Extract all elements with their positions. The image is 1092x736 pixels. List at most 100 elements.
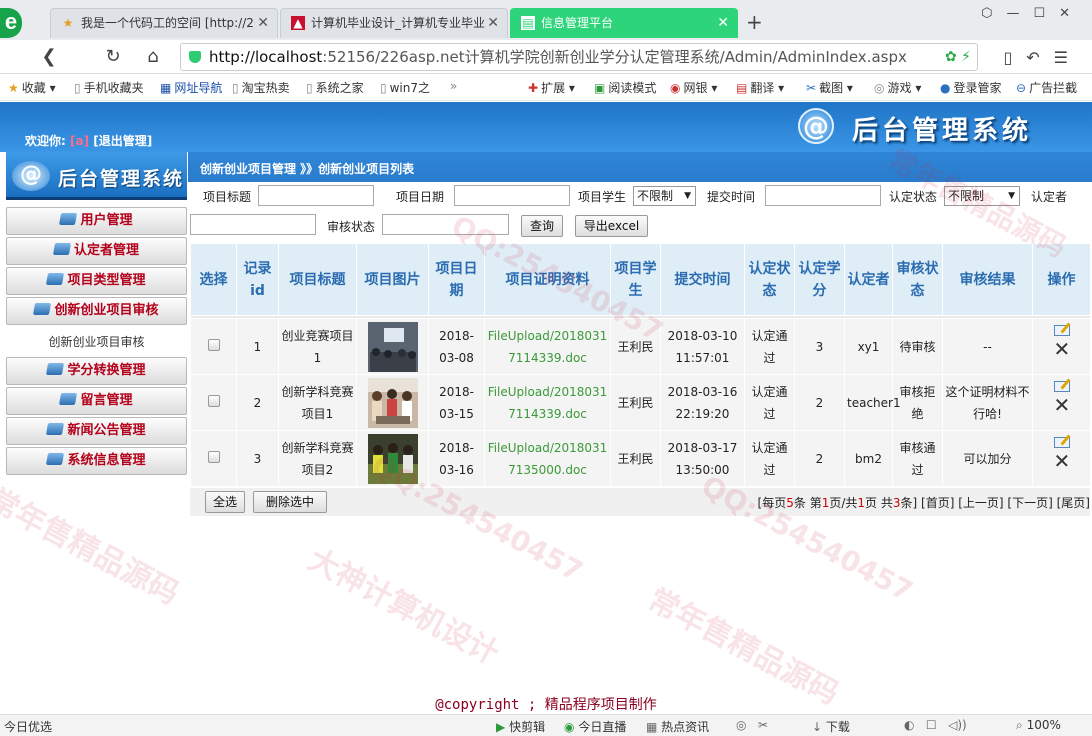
reload-icon[interactable]: ↻ bbox=[100, 44, 126, 70]
translate-icon: ▤ bbox=[736, 81, 748, 95]
proof-file-link[interactable]: FileUpload/20180317135000.doc bbox=[484, 430, 611, 487]
sidebar-item-certifiers[interactable]: 认定者管理 bbox=[6, 237, 187, 265]
status-misc-icons[interactable]: ◐ ☐ ◁)) bbox=[904, 718, 967, 732]
total-items: 3 bbox=[892, 496, 901, 510]
breadcrumb-bar: 创新创业项目管理 》》创新创业项目列表 bbox=[188, 152, 1092, 182]
reader-mode-button[interactable]: ▣ 阅读模式 bbox=[594, 79, 656, 96]
proof-file-link[interactable]: FileUpload/20180317114339.doc bbox=[484, 374, 611, 431]
review-result: 可以加分 bbox=[942, 430, 1033, 487]
sidebar-item-system-info[interactable]: 系统信息管理 bbox=[6, 447, 187, 475]
submit-time: 2018-03-16 22:19:20 bbox=[660, 374, 745, 431]
total-pages: 1 bbox=[857, 496, 866, 510]
query-button[interactable]: 查询 bbox=[521, 215, 563, 237]
row-checkbox[interactable] bbox=[207, 338, 220, 351]
delete-icon[interactable]: ✕ bbox=[1054, 339, 1071, 359]
back-icon[interactable]: ❮ bbox=[36, 44, 62, 70]
student-select[interactable]: 不限制 ▼ bbox=[633, 186, 696, 206]
copyright: @copyright ; 精品程序项目制作 bbox=[435, 697, 657, 713]
sidebar-subitem-project-review[interactable]: 创新创业项目审核 bbox=[6, 327, 187, 355]
bookmark-item[interactable]: ▦ 网址导航 bbox=[160, 79, 222, 96]
sidebar-item-project-review[interactable]: 创新创业项目审核 bbox=[6, 297, 187, 325]
menu-icon bbox=[59, 213, 78, 225]
close-icon[interactable]: ✕ bbox=[257, 9, 269, 37]
url-field[interactable]: http://localhost:52156/226asp.net计算机学院创新… bbox=[180, 43, 978, 71]
proof-file-link[interactable]: FileUpload/20180317114339.doc bbox=[484, 318, 611, 375]
row-checkbox[interactable] bbox=[207, 394, 220, 407]
column-header: 项目日期 bbox=[428, 243, 485, 316]
sidebar-item-messages[interactable]: 留言管理 bbox=[6, 387, 187, 415]
hot-news-button[interactable]: ▦ 热点资讯 bbox=[646, 718, 709, 735]
next-page-link[interactable]: [下一页] bbox=[1007, 496, 1052, 510]
sidebar-item-project-types[interactable]: 项目类型管理 bbox=[6, 267, 187, 295]
gamepad-icon: ◎ bbox=[874, 81, 885, 95]
date-label: 项目日期 bbox=[396, 190, 445, 204]
bookmark-item[interactable]: ▯ 系统之家 bbox=[306, 79, 364, 96]
watermark: 常年售精品源码 bbox=[0, 482, 185, 612]
new-tab-icon[interactable]: + bbox=[746, 10, 763, 34]
bookmark-item[interactable]: ▯ 手机收藏夹 bbox=[74, 79, 144, 96]
browser-tab-1[interactable]: ★ 我是一个代码工的空间 [http://2 ✕ bbox=[50, 8, 278, 38]
browser-status-bar: 今日优选 ▶ 快剪辑 ◉ 今日直播 ▦ 热点资讯 ◎ ✂ ↓ 下载 ◐ ☐ ◁)… bbox=[0, 714, 1092, 736]
row-checkbox[interactable] bbox=[207, 450, 220, 463]
title-input[interactable] bbox=[258, 185, 374, 206]
browser-tab-2[interactable]: ▲ 计算机毕业设计_计算机专业毕业 ✕ bbox=[280, 8, 508, 38]
at-logo-icon: @ bbox=[12, 161, 50, 191]
date-input[interactable] bbox=[454, 185, 570, 206]
translate-button[interactable]: ▤ 翻译 ▾ bbox=[736, 79, 784, 96]
welcome-text: 欢迎你: [a] [退出管理] bbox=[25, 134, 153, 148]
browser-tab-3[interactable]: ▤ 信息管理平台 ✕ bbox=[510, 8, 738, 38]
zoom-level[interactable]: ⌕ 100% bbox=[1016, 718, 1061, 733]
column-header: 项目证明资料 bbox=[484, 243, 611, 316]
bookmark-item[interactable]: ▯ 淘宝热卖 bbox=[232, 79, 290, 96]
bookmark-item[interactable]: ▯ win7之 bbox=[380, 79, 430, 96]
login-manager-button[interactable]: ● 登录管家 bbox=[940, 79, 1002, 96]
browser-menu-icons[interactable]: ▯↶☰ bbox=[1003, 48, 1082, 67]
scissors-icon: ✂ bbox=[806, 81, 817, 95]
home-icon[interactable]: ⌂ bbox=[140, 44, 166, 70]
cert-status: 认定通过 bbox=[744, 318, 795, 375]
window-controls[interactable]: ⬡—☐✕ bbox=[981, 6, 1084, 21]
select-all-button[interactable]: 全选 bbox=[205, 491, 245, 513]
edit-icon[interactable] bbox=[1053, 325, 1070, 336]
close-icon[interactable]: ✕ bbox=[717, 9, 729, 37]
edit-icon[interactable] bbox=[1053, 437, 1070, 448]
delete-icon[interactable]: ✕ bbox=[1054, 395, 1071, 415]
screenshot-button[interactable]: ✂ 截图 ▾ bbox=[806, 79, 853, 96]
bookmarks-bar: ★ 收藏 ▾ ▯ 手机收藏夹 ▦ 网址导航 ▯ 淘宝热卖 ▯ 系统之家 ▯ win7之 » … bbox=[0, 75, 1092, 101]
last-page-link[interactable]: [尾页] bbox=[1057, 496, 1090, 510]
status-tools-icons[interactable]: ◎ ✂ bbox=[736, 718, 768, 732]
sidebar-item-credit-conversion[interactable]: 学分转换管理 bbox=[6, 357, 187, 385]
play-circle-icon: ◉ bbox=[564, 720, 575, 734]
delete-icon[interactable]: ✕ bbox=[1054, 451, 1071, 471]
credit: 2 bbox=[794, 430, 845, 487]
sidebar-item-users[interactable]: 用户管理 bbox=[6, 207, 187, 235]
quick-clip-button[interactable]: ▶ 快剪辑 bbox=[496, 718, 545, 735]
export-excel-button[interactable]: 导出excel bbox=[575, 215, 648, 237]
close-icon[interactable]: ✕ bbox=[487, 9, 499, 37]
delete-selected-button[interactable]: 删除选中 bbox=[253, 491, 327, 513]
edit-icon[interactable] bbox=[1053, 381, 1070, 392]
submit-time: 2018-03-17 13:50:00 bbox=[660, 430, 745, 487]
prev-page-link[interactable]: [上一页] bbox=[958, 496, 1003, 510]
live-button[interactable]: ◉ 今日直播 bbox=[564, 718, 626, 735]
review-status-input[interactable] bbox=[382, 214, 509, 235]
sidebar-item-news[interactable]: 新闻公告管理 bbox=[6, 417, 187, 445]
first-page-link[interactable]: [首页] bbox=[921, 496, 954, 510]
logout-link[interactable]: [退出管理] bbox=[93, 134, 152, 148]
adblock-button[interactable]: ⊖ 广告拦截 bbox=[1016, 79, 1077, 96]
ext-button[interactable]: ✚ 扩展 ▾ bbox=[528, 79, 575, 96]
certifier: xy1 bbox=[844, 318, 893, 375]
more-bookmarks-icon[interactable]: » bbox=[450, 79, 457, 93]
table-row: 2 创新学科竞赛项目1 2018-03-15 FileUpload/201803… bbox=[190, 374, 1091, 431]
submit-time-input[interactable] bbox=[765, 185, 881, 206]
certifier-input[interactable] bbox=[190, 214, 316, 235]
bookmark-favorites[interactable]: ★ 收藏 ▾ bbox=[8, 79, 56, 96]
speed-mode-icon[interactable]: ✿ ⚡ bbox=[945, 44, 971, 70]
games-button[interactable]: ◎ 游戏 ▾ bbox=[874, 79, 921, 96]
review-status-label: 审核状态 bbox=[327, 220, 376, 234]
cert-status-select[interactable]: 不限制 ▼ bbox=[944, 186, 1020, 206]
netbank-button[interactable]: ◉ 网银 ▾ bbox=[670, 79, 717, 96]
download-button[interactable]: ↓ 下载 bbox=[812, 718, 850, 735]
column-header: 选择 bbox=[190, 243, 237, 316]
url-host: http://localhost bbox=[209, 48, 323, 66]
